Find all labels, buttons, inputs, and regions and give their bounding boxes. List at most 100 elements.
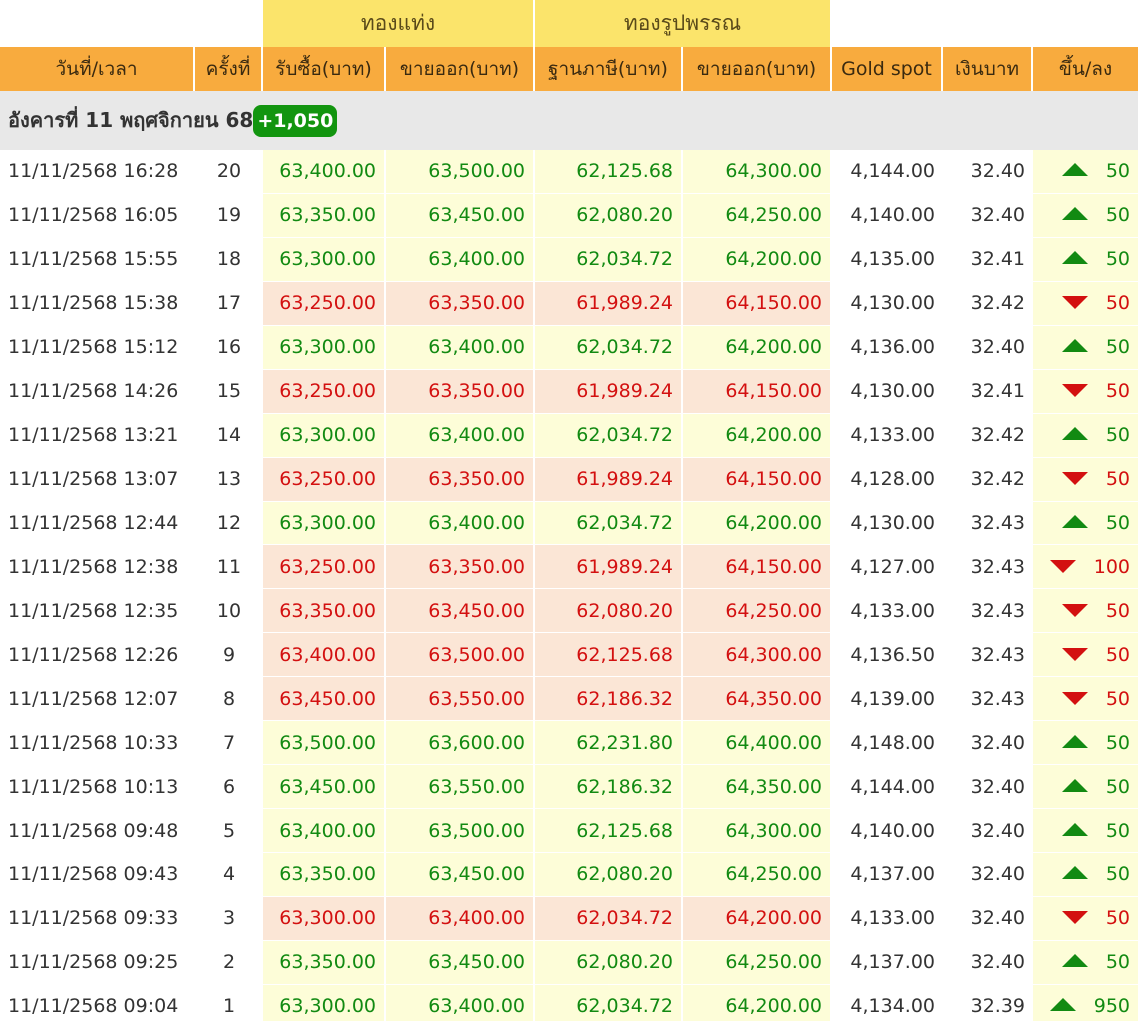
cell-bar-sell: 63,500.00 [386, 633, 535, 678]
cell-change: 50 [1033, 457, 1138, 502]
cell-change: 50 [1033, 633, 1138, 678]
cell-thb: 32.42 [943, 414, 1034, 458]
change-value: 50 [1105, 775, 1131, 798]
cell-gold-spot: 4,135.00 [832, 238, 944, 282]
cell-bar-sell: 63,600.00 [386, 721, 535, 766]
group-spacer [0, 0, 263, 47]
table-row: 11/11/2568 10:13 6 63,450.00 63,550.00 62,18… [0, 765, 1138, 810]
cell-ornament-base: 62,186.32 [535, 677, 683, 722]
arrow-up-icon [1061, 734, 1088, 748]
cell-ornament-sell: 64,300.00 [683, 633, 833, 678]
cell-round: 19 [195, 194, 263, 238]
arrow-down-icon [1061, 472, 1088, 486]
cell-bar-sell: 63,550.00 [386, 765, 535, 810]
cell-change: 50 [1033, 413, 1138, 458]
cell-gold-spot: 4,128.00 [832, 458, 944, 502]
change-value: 50 [1105, 468, 1131, 491]
cell-thb: 32.42 [943, 458, 1034, 502]
table-row: 11/11/2568 15:55 18 63,300.00 63,400.00 62,0… [0, 237, 1138, 282]
cell-ornament-sell: 64,250.00 [683, 193, 833, 238]
cell-datetime: 11/11/2568 13:21 [0, 414, 195, 458]
cell-ornament-base: 62,034.72 [535, 237, 683, 282]
table-row: 11/11/2568 12:35 10 63,350.00 63,450.00 62,0… [0, 589, 1138, 634]
cell-gold-spot: 4,130.00 [832, 282, 944, 326]
change-value: 50 [1105, 907, 1131, 930]
cell-gold-spot: 4,130.00 [832, 370, 944, 414]
table-row: 11/11/2568 16:05 19 63,350.00 63,450.00 62,0… [0, 193, 1138, 238]
header-gold-spot: Gold spot [832, 47, 944, 91]
cell-bar-sell: 63,450.00 [386, 193, 535, 238]
cell-gold-spot: 4,136.50 [832, 633, 944, 678]
cell-datetime: 11/11/2568 15:38 [0, 282, 195, 326]
arrow-up-icon [1061, 514, 1088, 528]
cell-round: 14 [195, 414, 263, 458]
cell-gold-spot: 4,140.00 [832, 809, 944, 853]
cell-ornament-sell: 64,200.00 [683, 896, 833, 941]
cell-change: 50 [1033, 501, 1138, 546]
cell-gold-spot: 4,137.00 [832, 941, 944, 985]
cell-bar-buy: 63,500.00 [263, 721, 386, 766]
change-value: 50 [1105, 687, 1131, 710]
cell-thb: 32.40 [943, 326, 1034, 370]
table-row: 11/11/2568 09:48 5 63,400.00 63,500.00 62,12… [0, 809, 1138, 853]
cell-bar-buy: 63,350.00 [263, 193, 386, 238]
arrow-down-icon [1061, 296, 1088, 310]
cell-thb: 32.40 [943, 721, 1034, 766]
cell-datetime: 11/11/2568 12:44 [0, 502, 195, 546]
cell-change: 50 [1033, 237, 1138, 282]
cell-round: 5 [195, 809, 263, 853]
cell-datetime: 11/11/2568 10:33 [0, 721, 195, 766]
table-row: 11/11/2568 12:44 12 63,300.00 63,400.00 62,0… [0, 501, 1138, 546]
cell-datetime: 11/11/2568 15:55 [0, 238, 195, 282]
arrow-down-icon [1049, 559, 1076, 573]
cell-bar-sell: 63,400.00 [386, 501, 535, 546]
cell-round: 2 [195, 941, 263, 985]
table-row: 11/11/2568 16:28 20 63,400.00 63,500.00 62,1… [0, 150, 1138, 194]
cell-bar-sell: 63,350.00 [386, 545, 535, 590]
cell-ornament-base: 62,231.80 [535, 721, 683, 766]
cell-bar-buy: 63,300.00 [263, 413, 386, 458]
cell-change: 50 [1033, 589, 1138, 634]
cell-gold-spot: 4,140.00 [832, 194, 944, 238]
cell-gold-spot: 4,139.00 [832, 677, 944, 722]
cell-ornament-base: 62,080.20 [535, 940, 683, 985]
cell-gold-spot: 4,144.00 [832, 765, 944, 810]
cell-change: 50 [1033, 853, 1138, 897]
cell-change: 50 [1033, 765, 1138, 810]
change-value: 50 [1105, 160, 1131, 183]
table-row: 11/11/2568 13:07 13 63,250.00 63,350.00 61,9… [0, 457, 1138, 502]
arrow-up-icon [1061, 251, 1088, 265]
cell-datetime: 11/11/2568 10:13 [0, 765, 195, 810]
cell-thb: 32.40 [943, 941, 1034, 985]
arrow-up-icon [1061, 778, 1088, 792]
table-row: 11/11/2568 14:26 15 63,250.00 63,350.00 61,9… [0, 369, 1138, 414]
cell-round: 12 [195, 502, 263, 546]
cell-ornament-base: 61,989.24 [535, 545, 683, 590]
cell-round: 7 [195, 721, 263, 766]
cell-bar-buy: 63,450.00 [263, 765, 386, 810]
cell-datetime: 11/11/2568 13:07 [0, 458, 195, 502]
cell-thb: 32.41 [943, 370, 1034, 414]
cell-ornament-sell: 64,200.00 [683, 984, 833, 1021]
cell-bar-buy: 63,400.00 [263, 633, 386, 678]
cell-bar-buy: 63,300.00 [263, 237, 386, 282]
table-row: 11/11/2568 09:33 3 63,300.00 63,400.00 62,03… [0, 896, 1138, 941]
change-value: 50 [1105, 951, 1131, 974]
cell-change: 950 [1033, 984, 1138, 1021]
cell-thb: 32.40 [943, 853, 1034, 897]
cell-bar-sell: 63,400.00 [386, 413, 535, 458]
cell-ornament-sell: 64,150.00 [683, 281, 833, 326]
cell-ornament-sell: 64,150.00 [683, 369, 833, 414]
cell-gold-spot: 4,133.00 [832, 414, 944, 458]
group-gold-ornament: ทองรูปพรรณ [535, 0, 833, 47]
cell-round: 20 [195, 150, 263, 194]
cell-gold-spot: 4,136.00 [832, 326, 944, 370]
cell-change: 50 [1033, 721, 1138, 766]
arrow-down-icon [1061, 911, 1088, 925]
day-change-badge: +1,050 [253, 105, 338, 137]
cell-bar-buy: 63,250.00 [263, 369, 386, 414]
cell-datetime: 11/11/2568 16:05 [0, 194, 195, 238]
cell-bar-buy: 63,350.00 [263, 940, 386, 985]
cell-ornament-sell: 64,150.00 [683, 457, 833, 502]
cell-gold-spot: 4,137.00 [832, 853, 944, 897]
